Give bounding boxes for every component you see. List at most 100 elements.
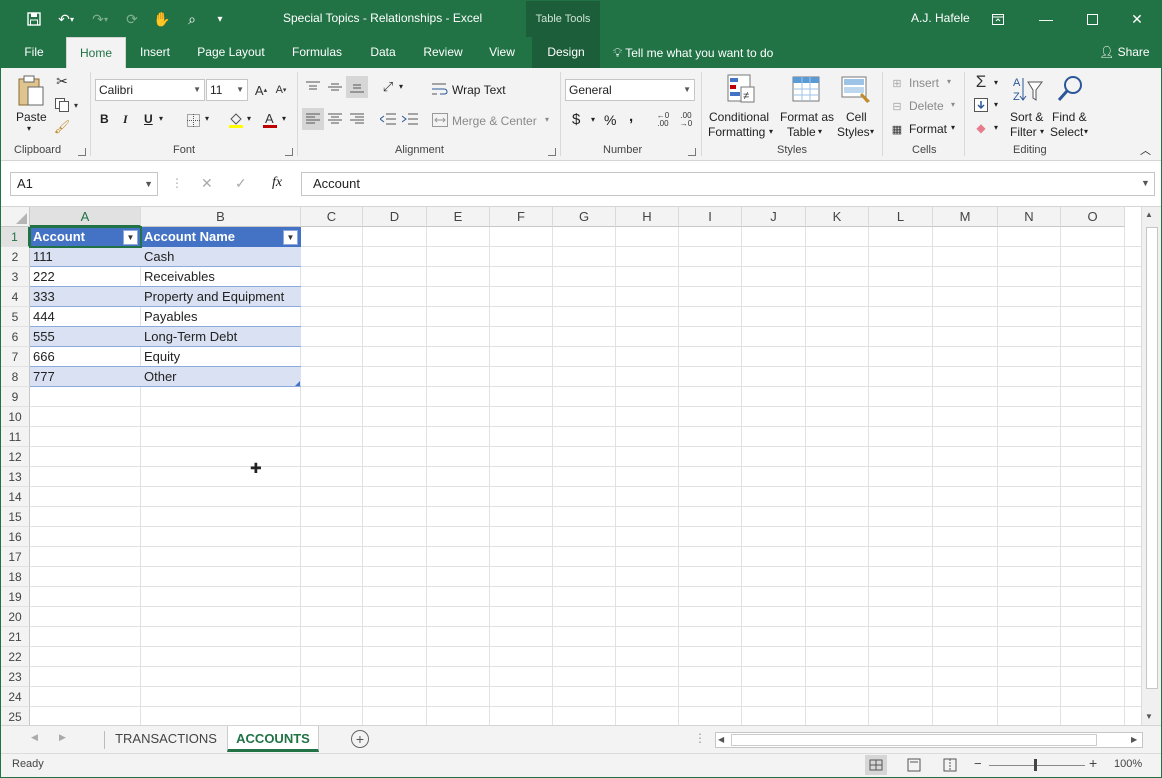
table-cell[interactable]: 777: [30, 367, 141, 387]
row-header-15[interactable]: 15: [1, 507, 30, 527]
table-cell[interactable]: Payables: [141, 307, 301, 327]
comma-button[interactable]: ,: [629, 108, 633, 125]
vertical-scrollbar[interactable]: ▲ ▼: [1141, 207, 1161, 725]
merge-center-button[interactable]: Merge & Center: [452, 114, 537, 128]
column-header-o[interactable]: O: [1061, 207, 1125, 227]
tab-page-layout[interactable]: Page Layout: [191, 37, 271, 68]
column-header-n[interactable]: N: [998, 207, 1061, 227]
bottom-align-icon[interactable]: [346, 76, 368, 98]
format-cells-button[interactable]: Format: [909, 122, 947, 136]
redo-dropdown-icon[interactable]: ▾: [99, 1, 113, 37]
find-select-label-2[interactable]: Select: [1050, 125, 1083, 139]
column-header-j[interactable]: J: [742, 207, 806, 227]
filter-dropdown-icon[interactable]: ▼: [283, 230, 298, 245]
sort-filter-dropdown-icon[interactable]: ▾: [1040, 127, 1044, 136]
row-header-16[interactable]: 16: [1, 527, 30, 547]
enter-icon[interactable]: ✓: [235, 175, 247, 192]
find-select-dropdown-icon[interactable]: ▾: [1084, 127, 1088, 136]
collapse-ribbon-icon[interactable]: ︿: [1140, 142, 1151, 158]
zoom-slider[interactable]: [989, 765, 1085, 766]
delete-dropdown-icon[interactable]: ▾: [951, 100, 955, 109]
insert-function-icon[interactable]: fx: [272, 175, 282, 191]
copy-dropdown-icon[interactable]: ▾: [71, 96, 81, 114]
scroll-down-icon[interactable]: ▼: [1145, 712, 1153, 721]
borders-icon[interactable]: [185, 112, 201, 128]
tab-data[interactable]: Data: [363, 37, 403, 68]
column-header-b[interactable]: B: [141, 207, 301, 227]
merge-center-icon[interactable]: [431, 111, 449, 129]
increase-indent-icon[interactable]: [401, 110, 419, 128]
cut-icon[interactable]: ✂: [53, 72, 71, 90]
row-header-23[interactable]: 23: [1, 667, 30, 687]
conditional-formatting-label-1[interactable]: Conditional: [709, 110, 769, 124]
column-header-h[interactable]: H: [616, 207, 679, 227]
scroll-left-icon[interactable]: ◀: [718, 735, 724, 744]
tab-insert[interactable]: Insert: [132, 37, 178, 68]
tab-split-handle-icon[interactable]: ⋮: [694, 731, 706, 745]
tell-me-box[interactable]: 💡︎ Tell me what you want to do: [613, 37, 773, 68]
row-header-4[interactable]: 4: [1, 287, 30, 307]
table-cell[interactable]: Equity: [141, 347, 301, 367]
percent-button[interactable]: %: [604, 112, 616, 128]
name-box-dropdown-icon[interactable]: ▼: [144, 173, 153, 195]
copy-icon[interactable]: [53, 96, 71, 114]
row-header-18[interactable]: 18: [1, 567, 30, 587]
paste-icon[interactable]: [15, 74, 47, 108]
orientation-icon[interactable]: ⤢: [379, 78, 397, 96]
normal-view-icon[interactable]: [865, 755, 887, 775]
undo-dropdown-icon[interactable]: ▾: [65, 1, 79, 37]
next-sheet-icon[interactable]: ▶: [59, 732, 66, 743]
table-cell[interactable]: 222: [30, 267, 141, 287]
row-header-7[interactable]: 7: [1, 347, 30, 367]
format-as-table-icon[interactable]: [790, 72, 824, 106]
fill-color-icon[interactable]: [227, 110, 245, 130]
paste-button[interactable]: Paste: [16, 110, 47, 124]
ribbon-display-icon[interactable]: [975, 1, 1021, 37]
table-cell[interactable]: 555: [30, 327, 141, 347]
increase-font-icon[interactable]: A ▴: [253, 80, 269, 100]
center-icon[interactable]: [326, 110, 344, 128]
column-header-c[interactable]: C: [301, 207, 363, 227]
column-header-e[interactable]: E: [427, 207, 490, 227]
scroll-up-icon[interactable]: ▲: [1145, 210, 1153, 219]
clear-icon[interactable]: ◆: [973, 120, 989, 136]
new-sheet-icon[interactable]: +: [351, 730, 369, 748]
delete-cells-icon[interactable]: ⊟: [889, 99, 905, 113]
minimize-icon[interactable]: —: [1023, 1, 1069, 37]
cell-styles-label-1[interactable]: Cell: [846, 110, 867, 124]
horizontal-scrollbar[interactable]: ◀ ▶: [715, 732, 1143, 748]
wrap-text-icon[interactable]: [431, 80, 449, 98]
maximize-icon[interactable]: [1069, 1, 1115, 37]
row-header-5[interactable]: 5: [1, 307, 30, 327]
insert-cells-button[interactable]: Insert: [909, 76, 939, 90]
column-header-k[interactable]: K: [806, 207, 869, 227]
conditional-formatting-dropdown-icon[interactable]: ▾: [769, 127, 773, 136]
column-header-g[interactable]: G: [553, 207, 616, 227]
orientation-dropdown-icon[interactable]: ▾: [399, 82, 403, 91]
customize-toolbar-icon[interactable]: ▾: [207, 1, 233, 37]
row-header-21[interactable]: 21: [1, 627, 30, 647]
repeat-icon[interactable]: ⟳: [119, 1, 145, 37]
font-size-combo[interactable]: 11 ▼: [206, 79, 248, 101]
table-cell[interactable]: Other: [141, 367, 301, 387]
underline-button[interactable]: U: [144, 112, 153, 126]
horizontal-scroll-thumb[interactable]: [731, 734, 1097, 746]
decrease-font-icon[interactable]: A ▾: [273, 80, 289, 100]
fill-icon[interactable]: [973, 96, 989, 114]
close-icon[interactable]: ✕: [1114, 1, 1160, 37]
print-preview-icon[interactable]: ⌕: [179, 1, 205, 37]
row-header-19[interactable]: 19: [1, 587, 30, 607]
sort-filter-label-2[interactable]: Filter: [1010, 125, 1037, 139]
zoom-slider-thumb[interactable]: [1034, 759, 1037, 771]
user-name[interactable]: A.J. Hafele: [911, 11, 970, 25]
italic-button[interactable]: I: [123, 112, 128, 127]
increase-decimal-icon[interactable]: ←0.00: [654, 112, 672, 128]
row-header-6[interactable]: 6: [1, 327, 30, 347]
sort-filter-label-1[interactable]: Sort &: [1010, 110, 1043, 124]
row-header-3[interactable]: 3: [1, 267, 30, 287]
table-cell[interactable]: 444: [30, 307, 141, 327]
bold-button[interactable]: B: [100, 112, 109, 126]
prev-sheet-icon[interactable]: ◀: [31, 732, 38, 743]
zoom-out-icon[interactable]: −: [974, 756, 982, 771]
tab-file[interactable]: File: [11, 37, 57, 68]
